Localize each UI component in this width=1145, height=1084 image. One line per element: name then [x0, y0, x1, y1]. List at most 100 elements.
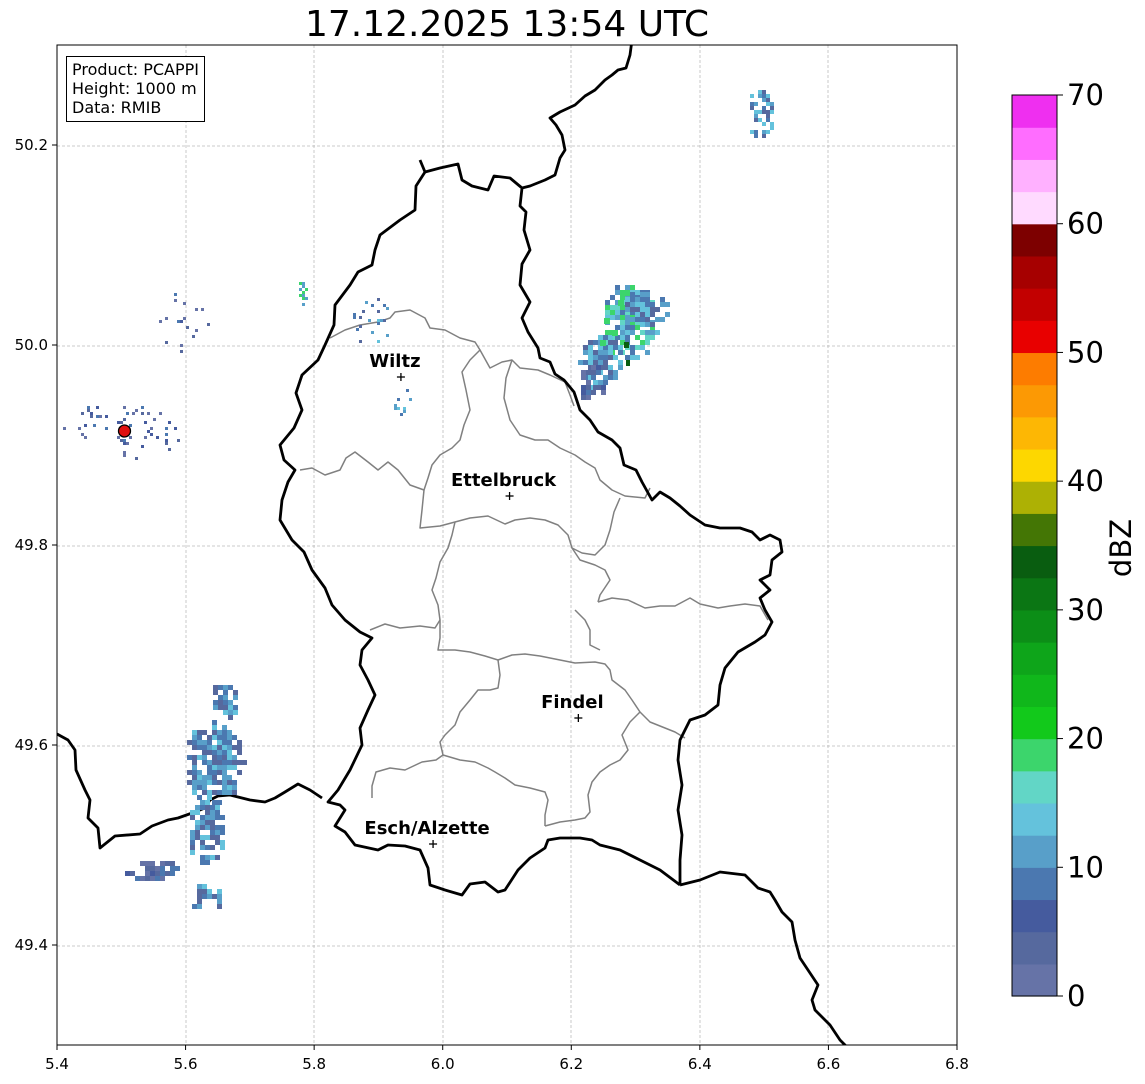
echo-cell — [205, 860, 210, 865]
echo-cell — [197, 884, 202, 889]
echo-cell — [222, 740, 227, 745]
colorbar-segment — [1012, 642, 1057, 675]
echo-cell — [192, 790, 197, 795]
echo-cell — [598, 350, 603, 355]
echo-cell — [145, 871, 150, 876]
product-info-box: Product: PCAPPI Height: 1000 m Data: RMI… — [66, 56, 206, 122]
colorbar-segment — [1012, 288, 1057, 321]
echo-cell — [174, 293, 177, 296]
x-tick-label: 5.8 — [302, 1055, 326, 1073]
echo-cell — [197, 735, 202, 740]
y-tick-label: 49.8 — [15, 536, 48, 554]
echo-cell — [640, 340, 645, 345]
echo-cell — [613, 370, 618, 375]
echo-cell — [766, 130, 770, 134]
echo-cell — [754, 114, 758, 118]
echo-cell — [610, 305, 615, 310]
echo-cell — [145, 861, 150, 866]
echo-cell — [383, 304, 386, 307]
echo-cell — [222, 760, 227, 765]
echo-cell — [215, 830, 220, 835]
echo-cell — [762, 130, 766, 134]
echo-cell — [215, 825, 220, 830]
echo-cell — [650, 307, 655, 312]
echo-cell — [123, 439, 126, 442]
echo-cell — [190, 845, 195, 850]
echo-cell — [220, 845, 225, 850]
echo-cell — [218, 685, 223, 690]
echo-cell — [210, 835, 215, 840]
echo-cell — [135, 457, 138, 460]
echo-cell — [620, 320, 625, 325]
echo-cell — [220, 815, 225, 820]
echo-cell — [655, 317, 660, 322]
echo-cell — [650, 322, 655, 327]
echo-cell — [117, 421, 120, 424]
colorbar-segment — [1012, 95, 1057, 128]
echo-cell — [232, 755, 237, 760]
echo-cell — [217, 765, 222, 770]
echo-cell — [630, 330, 635, 335]
echo-cell — [660, 317, 665, 322]
colorbar-segment — [1012, 448, 1057, 482]
echo-cell — [593, 355, 598, 360]
echo-cell — [190, 810, 195, 815]
echo-cell — [581, 395, 586, 400]
echo-cell — [212, 730, 217, 735]
echo-cell — [630, 350, 635, 355]
echo-cell — [754, 102, 758, 106]
echo-cell — [217, 904, 222, 909]
colorbar-segment — [1012, 159, 1057, 193]
echo-cell — [368, 319, 371, 322]
echo-cell — [215, 815, 220, 820]
echo-cell — [165, 439, 168, 442]
echo-cell — [766, 114, 770, 118]
echo-cell — [386, 307, 389, 310]
echo-cell — [212, 780, 217, 785]
echo-cell — [202, 775, 207, 780]
echo-cell — [593, 340, 598, 345]
echo-cell — [583, 350, 588, 355]
echo-cell — [195, 308, 198, 311]
plot-area — [57, 45, 957, 1045]
echo-cell — [770, 106, 774, 110]
echo-cell — [758, 118, 762, 122]
echo-cell — [665, 312, 670, 317]
echo-cell — [227, 750, 232, 755]
echo-cell — [625, 330, 630, 335]
echo-cell — [192, 780, 197, 785]
echo-cell — [762, 110, 766, 114]
echo-cell — [377, 340, 380, 343]
echo-cell — [610, 315, 615, 320]
echo-cell — [762, 90, 766, 94]
echo-cell — [144, 436, 147, 439]
echo-cell — [222, 725, 227, 730]
echo-cell — [207, 894, 212, 899]
colorbar-tick-label: 0 — [1067, 979, 1085, 1013]
echo-cell — [125, 871, 130, 876]
echo-cell — [640, 297, 645, 302]
echo-cell — [215, 810, 220, 815]
echo-cell — [218, 695, 223, 700]
echo-cell — [195, 835, 200, 840]
echo-cell — [183, 317, 186, 320]
colorbar-tick-label: 50 — [1067, 335, 1104, 369]
echo-cell — [630, 345, 635, 350]
echo-cell — [625, 315, 630, 320]
echo-cell — [213, 690, 218, 695]
colorbar-tick-label: 10 — [1067, 850, 1104, 884]
echo-cell — [233, 695, 238, 700]
echo-cell — [359, 316, 362, 319]
echo-cell — [605, 330, 610, 335]
echo-cell — [600, 340, 606, 346]
echo-cell — [205, 810, 210, 815]
echo-cell — [207, 750, 212, 755]
echo-cell — [222, 785, 227, 790]
echo-cell — [180, 320, 183, 323]
echo-cell — [588, 340, 593, 345]
echo-cell — [220, 830, 225, 835]
echo-cell — [227, 745, 232, 750]
echo-cell — [750, 106, 754, 110]
echo-cell — [645, 335, 650, 340]
echo-cell — [377, 322, 380, 325]
